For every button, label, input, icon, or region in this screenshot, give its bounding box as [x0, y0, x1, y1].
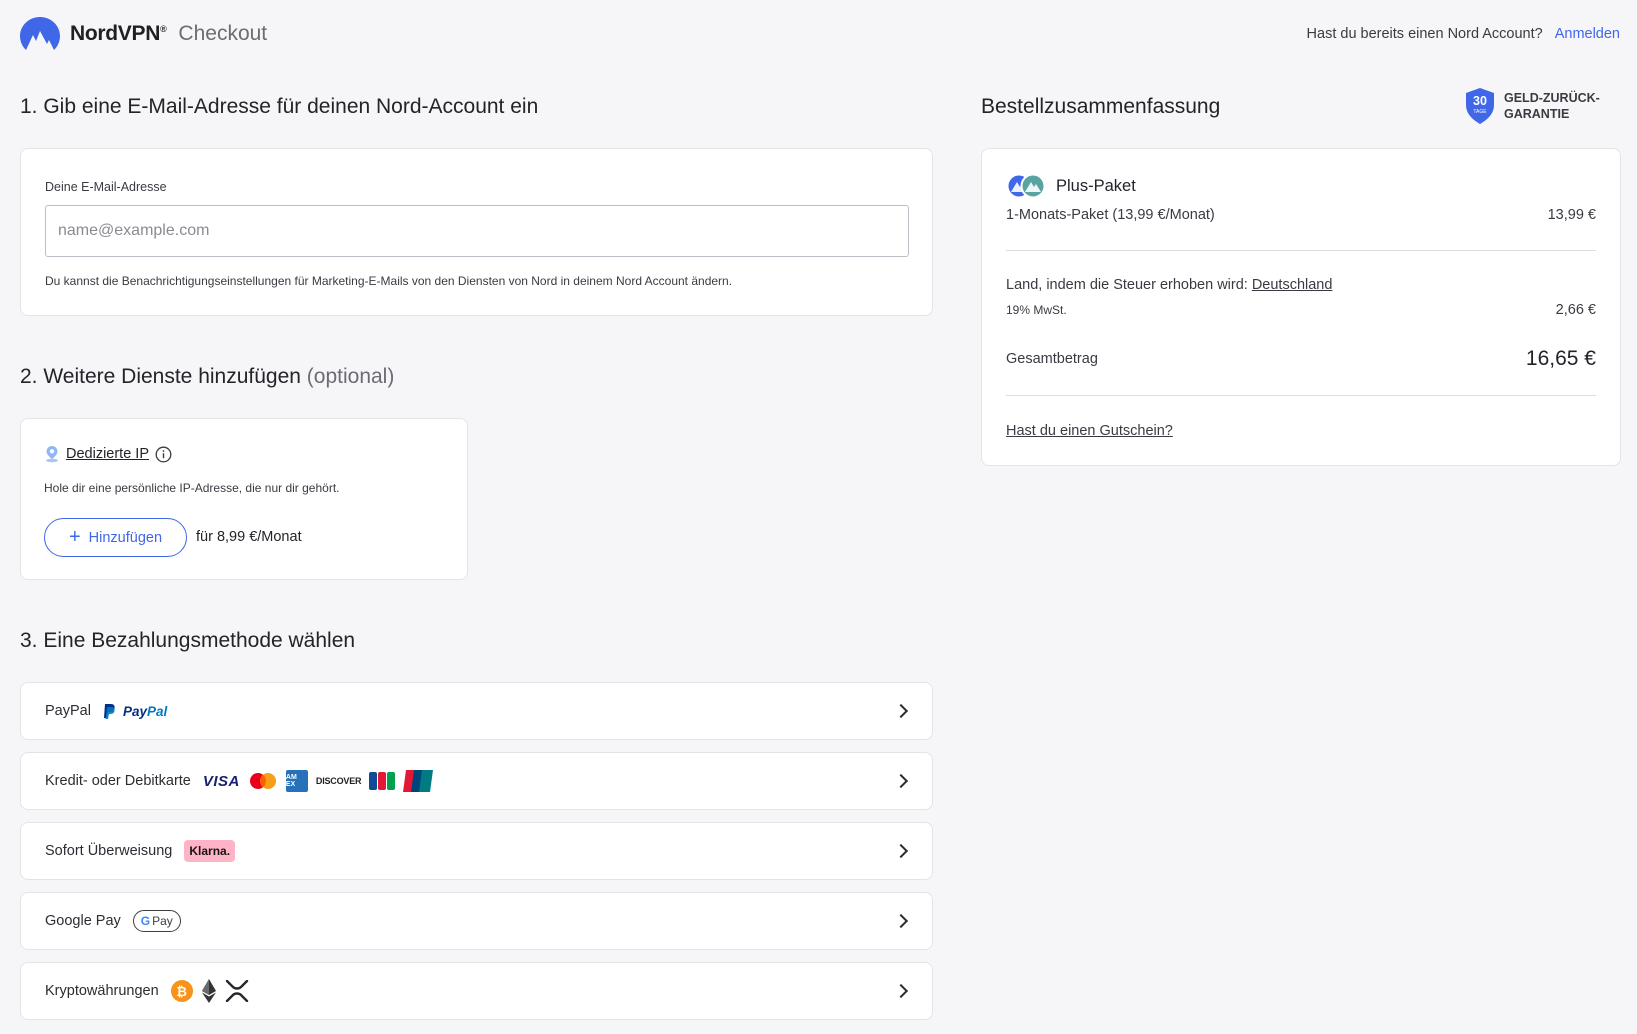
card-logos: VISA AM EX DISCOVER [202, 770, 434, 792]
tax-country-label: Land, indem die Steuer erhoben wird: [1006, 277, 1248, 293]
brand: NordVPN® Checkout [20, 17, 267, 51]
payment-method-paypal[interactable]: PayPal PayPal [20, 682, 933, 740]
ripple-icon [225, 980, 248, 1002]
chevron-right-icon [893, 983, 909, 999]
brand-name: NordVPN® [70, 22, 167, 45]
plan-period: 1-Monats-Paket (13,99 €/Monat) [1006, 207, 1215, 223]
vat-label: 19% MwSt. [1006, 303, 1067, 317]
money-back-text: GELD-ZURÜCK- GARANTIE [1504, 91, 1600, 121]
page-title: Checkout [178, 22, 268, 45]
svg-text:TAGE: TAGE [1473, 109, 1487, 115]
total-amount: 16,65 € [1525, 347, 1596, 370]
chevron-right-icon [893, 843, 909, 859]
nordvpn-logo-icon [20, 17, 60, 50]
vat-amount: 2,66 € [1555, 302, 1596, 318]
summary-heading: Bestellzusammenfassung [981, 95, 1221, 118]
visa-logo: VISA [202, 772, 240, 790]
payment-method-label: Kryptowährungen [45, 983, 159, 999]
plan-price: 13,99 € [1547, 207, 1596, 223]
shield-icon: 30 TAGE [1466, 88, 1494, 124]
bitcoin-icon: ₿ [170, 980, 193, 1002]
klarna-logo: Klarna. [184, 840, 236, 862]
ethereum-icon [201, 979, 216, 1003]
paypal-logo: PayPal [103, 703, 168, 719]
crypto-logos: ₿ [170, 979, 249, 1003]
plan-product-icons [1006, 173, 1046, 199]
top-header: NordVPN® Checkout Hast du bereits einen … [20, 16, 1620, 52]
payment-method-google-pay[interactable]: Google Pay G Pay [20, 892, 933, 950]
plan-header: Plus-Paket [1006, 173, 1136, 199]
voucher-link[interactable]: Hast du einen Gutschein? [1006, 423, 1173, 439]
email-label: Deine E-Mail-Adresse [45, 180, 167, 194]
amex-logo: AM EX [285, 770, 308, 792]
location-pin-icon [46, 446, 58, 463]
chevron-right-icon [893, 703, 909, 719]
plan-row: 1-Monats-Paket (13,99 €/Monat) 13,99 € [1006, 207, 1596, 223]
chevron-right-icon [893, 913, 909, 929]
divider [1006, 250, 1596, 251]
dedicated-ip-card: Dedizierte IP Hole dir eine persönliche … [20, 418, 468, 580]
plus-icon: + [68, 525, 81, 548]
total-label: Gesamtbetrag [1006, 351, 1098, 367]
mastercard-logo [249, 773, 276, 789]
optional-label: (optional) [306, 365, 395, 388]
step2-title: 2. Weitere Dienste hinzufügen [20, 365, 301, 388]
jcb-logo [369, 772, 396, 790]
step1-heading: 1. Gib eine E-Mail-Adresse für deinen No… [20, 95, 539, 118]
payment-method-label: Google Pay [45, 913, 121, 929]
email-field[interactable] [45, 205, 909, 257]
divider [1006, 395, 1596, 396]
tax-country-link[interactable]: Deutschland [1252, 277, 1333, 293]
money-back-badge: 30 TAGE GELD-ZURÜCK- GARANTIE [1464, 88, 1600, 124]
nord-products-icon [1006, 173, 1046, 199]
payment-method-crypto[interactable]: Kryptowährungen ₿ [20, 962, 933, 1020]
paypal-wordmark: PayPal [122, 703, 168, 719]
paypal-p-icon [103, 703, 115, 719]
payment-method-label: Sofort Überweisung [45, 843, 173, 859]
addon-name-link[interactable]: Dedizierte IP [66, 446, 149, 462]
payment-method-label: PayPal [45, 703, 91, 719]
addon-price: für 8,99 €/Monat [196, 529, 302, 545]
plan-name: Plus-Paket [1056, 176, 1136, 195]
payment-method-card[interactable]: Kredit- oder Debitkarte VISA AM EX DISCO… [20, 752, 933, 810]
google-pay-logo: G Pay [132, 910, 181, 932]
info-icon[interactable] [155, 446, 172, 463]
svg-text:30: 30 [1473, 94, 1487, 108]
unionpay-logo [403, 770, 434, 792]
total-row: Gesamtbetrag 16,65 € [1006, 347, 1596, 371]
login-link[interactable]: Anmelden [1555, 26, 1620, 42]
account-question: Hast du bereits einen Nord Account? [1306, 26, 1543, 42]
payment-method-label: Kredit- oder Debitkarte [45, 773, 191, 789]
add-button-label: Hinzufügen [88, 529, 163, 546]
email-note: Du kannst die Benachrichtigungseinstellu… [45, 274, 733, 288]
addon-title: Dedizierte IP [44, 445, 172, 463]
order-summary-card: Plus-Paket 1-Monats-Paket (13,99 €/Monat… [981, 148, 1621, 466]
step2-heading: 2. Weitere Dienste hinzufügen (optional) [20, 365, 394, 389]
payment-method-sofort[interactable]: Sofort Überweisung Klarna. [20, 822, 933, 880]
vat-row: 19% MwSt. 2,66 € [1006, 302, 1596, 318]
discover-logo: DISCOVER [315, 776, 362, 786]
email-card: Deine E-Mail-Adresse Du kannst die Benac… [20, 148, 933, 316]
chevron-right-icon [893, 773, 909, 789]
addon-description: Hole dir eine persönliche IP-Adresse, di… [44, 481, 340, 495]
account-prompt: Hast du bereits einen Nord Account? Anme… [1307, 26, 1620, 42]
tax-country-row: Land, indem die Steuer erhoben wird: Deu… [1006, 277, 1596, 293]
add-dedicated-ip-button[interactable]: + Hinzufügen [44, 518, 187, 557]
step3-heading: 3. Eine Bezahlungsmethode wählen [20, 629, 356, 652]
